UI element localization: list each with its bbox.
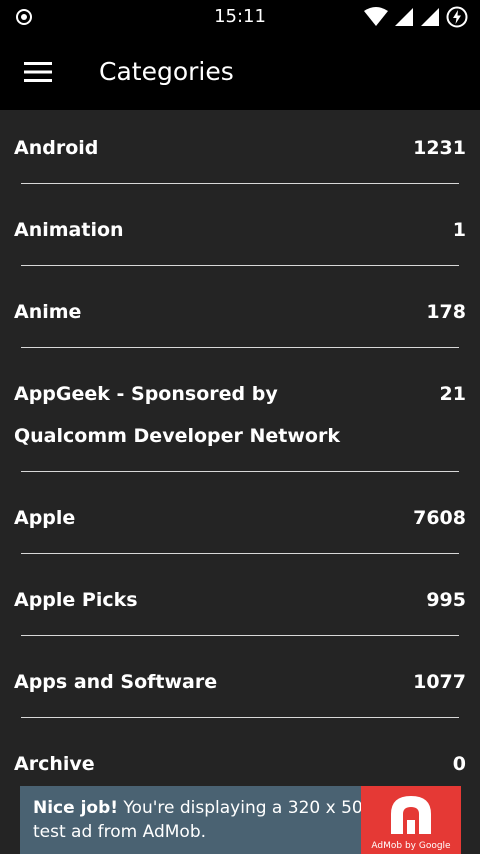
battery-charging-icon xyxy=(446,6,468,28)
menu-button[interactable] xyxy=(14,48,62,96)
category-label: Apps and Software xyxy=(14,671,218,693)
category-list[interactable]: Android 1231 Animation 1 Anime 178 AppGe… xyxy=(0,110,480,786)
category-row[interactable]: Apps and Software 1077 xyxy=(0,644,480,726)
category-label: AppGeek - Sponsored by Qualcomm Develope… xyxy=(14,383,340,447)
ad-content[interactable]: Nice job! You're displaying a 320 x 50 t… xyxy=(20,786,461,854)
divider xyxy=(21,717,459,718)
divider xyxy=(21,471,459,472)
category-count: 0 xyxy=(452,753,466,775)
page-title: Categories xyxy=(99,57,234,86)
cell-signal-icon xyxy=(395,8,413,26)
status-bar: 15:11 xyxy=(0,0,480,34)
category-row[interactable]: Anime 178 xyxy=(0,274,480,356)
app-bar: Categories xyxy=(0,34,480,110)
category-row[interactable]: Android 1231 xyxy=(0,110,480,192)
category-row[interactable]: Animation 1 xyxy=(0,192,480,274)
category-row[interactable]: AppGeek - Sponsored by Qualcomm Develope… xyxy=(0,356,480,480)
category-count: 1 xyxy=(452,219,466,241)
category-label: Apple xyxy=(14,507,76,529)
category-label: Android xyxy=(14,137,99,159)
admob-logo-icon xyxy=(391,796,431,834)
category-label: Apple Picks xyxy=(14,589,138,611)
hamburger-menu-icon xyxy=(24,62,52,82)
category-count: 178 xyxy=(426,301,466,323)
category-count: 995 xyxy=(426,589,466,611)
divider xyxy=(21,265,459,266)
category-row[interactable]: Archive 0 xyxy=(0,726,480,786)
category-label: Archive xyxy=(14,753,95,775)
divider xyxy=(21,635,459,636)
category-label: Anime xyxy=(14,301,82,323)
ad-caption: AdMob by Google xyxy=(371,841,451,851)
category-count: 1231 xyxy=(413,137,466,159)
category-row[interactable]: Apple Picks 995 xyxy=(0,562,480,644)
admob-logo: AdMob by Google xyxy=(361,786,461,854)
status-icons xyxy=(364,5,468,29)
ad-banner: Nice job! You're displaying a 320 x 50 t… xyxy=(0,786,480,854)
category-label: Animation xyxy=(14,219,124,241)
category-count: 7608 xyxy=(413,507,466,529)
cell-signal-icon xyxy=(421,8,439,26)
ad-headline: Nice job! xyxy=(33,798,119,818)
divider xyxy=(21,347,459,348)
ad-text: Nice job! You're displaying a 320 x 50 t… xyxy=(33,796,363,844)
divider xyxy=(21,183,459,184)
divider xyxy=(21,553,459,554)
category-row[interactable]: Apple 7608 xyxy=(0,480,480,562)
category-count: 1077 xyxy=(413,671,466,693)
wifi-icon xyxy=(364,7,388,26)
category-count: 21 xyxy=(439,383,466,405)
